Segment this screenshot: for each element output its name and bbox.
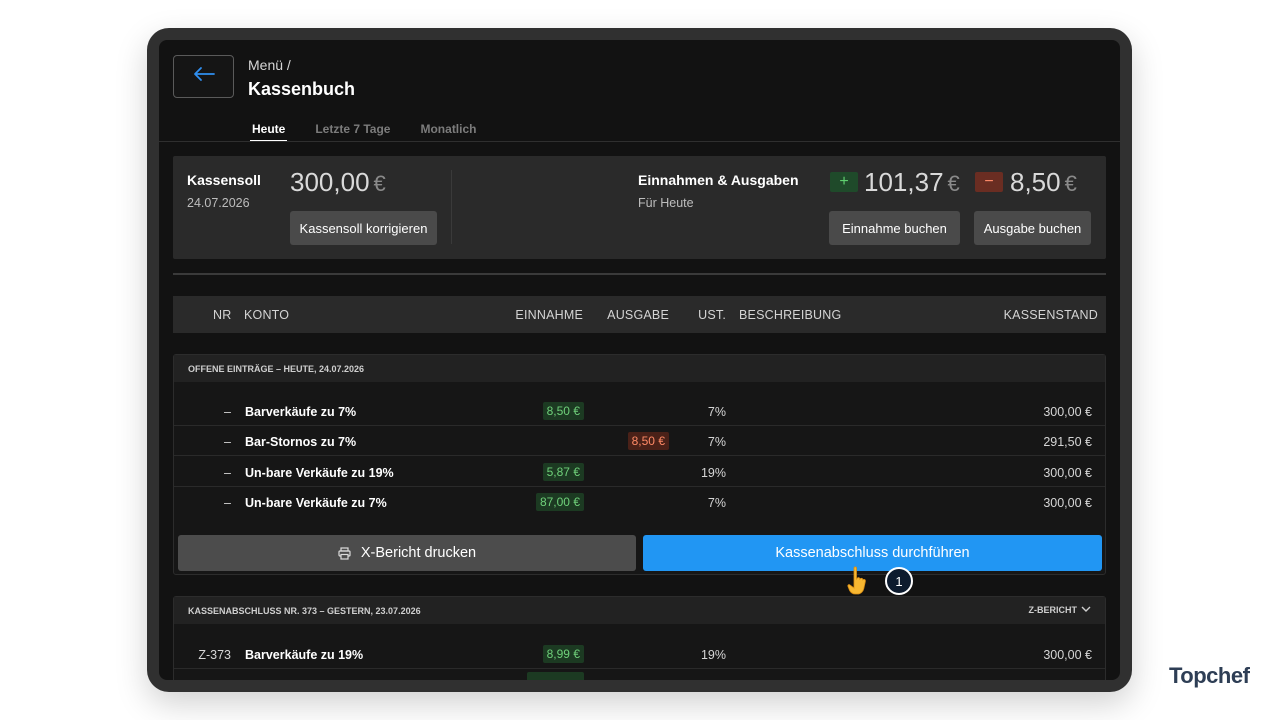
row-einnahme-partial bbox=[527, 672, 584, 680]
kassensoll-value: 300,00 bbox=[290, 167, 370, 197]
minus-icon: − bbox=[975, 172, 1003, 192]
open-entries-header: OFFENE EINTRÄGE – HEUTE, 24.07.2026 bbox=[174, 355, 1105, 382]
kassensoll-date: 24.07.2026 bbox=[187, 196, 250, 210]
currency-symbol: € bbox=[947, 171, 960, 196]
tablet-frame: Menü / Kassenbuch Heute Letzte 7 Tage Mo… bbox=[147, 28, 1132, 692]
col-beschreibung: BESCHREIBUNG bbox=[739, 308, 842, 322]
back-button[interactable] bbox=[173, 55, 234, 98]
row-kassenstand: 300,00 € bbox=[1043, 466, 1092, 480]
summary-panel: Kassensoll 24.07.2026 300,00 € Kassensoll… bbox=[173, 156, 1106, 259]
ausgabe-buchen-button[interactable]: Ausgabe buchen bbox=[974, 211, 1091, 245]
table-row-partial[interactable] bbox=[174, 670, 1105, 680]
table-row[interactable]: – Barverkäufe zu 7% 8,50 € 7% 300,00 € bbox=[174, 396, 1105, 426]
col-einnahme: EINNAHME bbox=[515, 308, 583, 322]
row-nr: – bbox=[224, 405, 231, 419]
table-row[interactable]: – Un-bare Verkäufe zu 7% 87,00 € 7% 300,… bbox=[174, 487, 1105, 517]
row-ust: 7% bbox=[707, 435, 726, 449]
tab-letzte-7-tage[interactable]: Letzte 7 Tage bbox=[313, 122, 393, 142]
pointer-hand-icon bbox=[845, 565, 871, 599]
io-subtitle: Für Heute bbox=[638, 196, 694, 210]
table-row[interactable]: Z-373 Barverkäufe zu 19% 8,99 € 19% 300,… bbox=[174, 639, 1105, 669]
closing-title: KASSENABSCHLUSS NR. 373 – GESTERN, 23.07… bbox=[188, 606, 421, 616]
einnahme-buchen-button[interactable]: Einnahme buchen bbox=[829, 211, 960, 245]
row-konto: Un-bare Verkäufe zu 7% bbox=[245, 496, 387, 510]
row-kassenstand: 300,00 € bbox=[1043, 496, 1092, 510]
expense-amount: 8,50 € bbox=[1010, 167, 1077, 198]
summary-divider bbox=[451, 170, 452, 244]
row-ust: 7% bbox=[707, 496, 726, 510]
breadcrumb[interactable]: Menü / bbox=[248, 57, 291, 73]
row-einnahme: 8,99 € bbox=[542, 645, 584, 663]
step-marker: 1 bbox=[885, 567, 913, 595]
kassensoll-amount: 300,00 € bbox=[290, 167, 386, 198]
row-ausgabe: 8,50 € bbox=[627, 432, 669, 450]
kassensoll-korrigieren-button[interactable]: Kassensoll korrigieren bbox=[290, 211, 437, 245]
col-ausgabe: AUSGABE bbox=[607, 308, 669, 322]
income-amount: 101,37 € bbox=[864, 167, 960, 198]
open-entries-section: OFFENE EINTRÄGE – HEUTE, 24.07.2026 – Ba… bbox=[173, 354, 1106, 575]
row-kassenstand: 291,50 € bbox=[1043, 435, 1092, 449]
currency-symbol: € bbox=[1064, 171, 1077, 196]
printer-icon bbox=[338, 546, 351, 560]
table-row[interactable]: – Bar-Stornos zu 7% 8,50 € 7% 291,50 € bbox=[174, 426, 1105, 456]
closing-header: KASSENABSCHLUSS NR. 373 – GESTERN, 23.07… bbox=[174, 597, 1105, 624]
row-konto: Barverkäufe zu 19% bbox=[245, 648, 364, 662]
table-header: NR KONTO EINNAHME AUSGABE UST. BESCHREIB… bbox=[173, 296, 1106, 333]
col-ust: UST. bbox=[698, 308, 726, 322]
x-bericht-drucken-button[interactable]: X-Bericht drucken bbox=[178, 535, 636, 571]
currency-symbol: € bbox=[373, 171, 386, 196]
page-title: Kassenbuch bbox=[248, 79, 356, 99]
x-bericht-label: X-Bericht drucken bbox=[360, 545, 477, 561]
table-row[interactable]: – Un-bare Verkäufe zu 19% 5,87 € 19% 300… bbox=[174, 457, 1105, 487]
income-value: 101,37 bbox=[864, 167, 944, 197]
row-konto: Un-bare Verkäufe zu 19% bbox=[245, 466, 394, 480]
section-separator bbox=[173, 273, 1106, 275]
chevron-down-icon bbox=[1081, 605, 1091, 615]
col-konto: KONTO bbox=[244, 308, 290, 322]
row-nr: – bbox=[224, 435, 231, 449]
row-kassenstand: 300,00 € bbox=[1043, 648, 1092, 662]
plus-icon: + bbox=[830, 172, 858, 192]
z-bericht-label: Z-BERICHT bbox=[1028, 605, 1078, 615]
tab-monatlich[interactable]: Monatlich bbox=[418, 122, 479, 142]
row-konto: Barverkäufe zu 7% bbox=[245, 405, 357, 419]
row-ust: 7% bbox=[707, 405, 726, 419]
row-ust: 19% bbox=[700, 466, 726, 480]
tab-bar: Heute Letzte 7 Tage Monatlich bbox=[248, 122, 504, 142]
row-einnahme: 8,50 € bbox=[542, 402, 584, 420]
z-bericht-dropdown[interactable]: Z-BERICHT bbox=[1029, 605, 1092, 615]
kassenabschluss-button[interactable]: Kassenabschluss durchführen bbox=[643, 535, 1102, 571]
io-label: Einnahmen & Ausgaben bbox=[638, 172, 799, 188]
row-einnahme: 87,00 € bbox=[535, 493, 584, 511]
row-nr: – bbox=[224, 496, 231, 510]
row-kassenstand: 300,00 € bbox=[1043, 405, 1092, 419]
row-nr: – bbox=[224, 466, 231, 480]
expense-value: 8,50 bbox=[1010, 167, 1061, 197]
kassensoll-label: Kassensoll bbox=[187, 172, 261, 188]
tab-heute[interactable]: Heute bbox=[250, 122, 288, 142]
tabs-divider bbox=[159, 141, 1120, 142]
col-nr: NR bbox=[213, 308, 232, 322]
row-einnahme: 5,87 € bbox=[542, 463, 584, 481]
closing-section: KASSENABSCHLUSS NR. 373 – GESTERN, 23.07… bbox=[173, 596, 1106, 680]
row-konto: Bar-Stornos zu 7% bbox=[245, 435, 357, 449]
open-entries-title: OFFENE EINTRÄGE – HEUTE, 24.07.2026 bbox=[188, 364, 365, 374]
row-nr: Z-373 bbox=[198, 648, 231, 662]
col-kassenstand: KASSENSTAND bbox=[1003, 308, 1098, 322]
topchef-logo: Topchef bbox=[1169, 663, 1250, 688]
row-ust: 19% bbox=[700, 648, 726, 662]
arrow-left-icon bbox=[193, 66, 215, 87]
app-screen: Menü / Kassenbuch Heute Letzte 7 Tage Mo… bbox=[159, 40, 1120, 680]
